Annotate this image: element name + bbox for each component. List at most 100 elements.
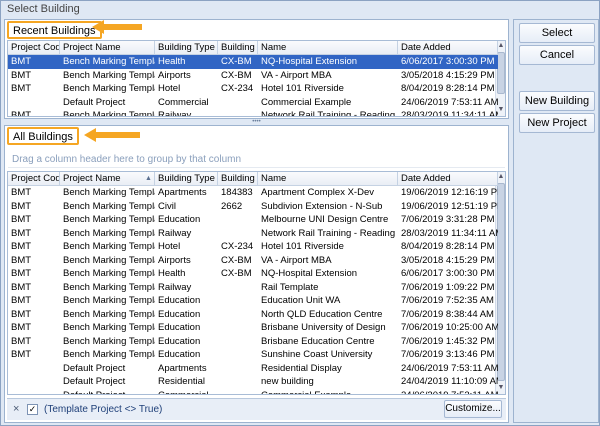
table-cell: Apartments (158, 187, 207, 198)
table-cell: BMT (11, 241, 32, 252)
scroll-thumb[interactable] (497, 52, 505, 94)
recent-header-row: Project CodeProject NameBuilding TypeBui… (8, 41, 498, 55)
table-cell: CX-BM (221, 268, 252, 279)
new-building-button[interactable]: New Building (519, 91, 595, 111)
column-header[interactable]: Building Type (155, 41, 218, 55)
table-cell: Commercial Example (261, 96, 352, 108)
table-cell: 6/06/2017 3:00:30 PM (401, 268, 495, 279)
table-cell: Commercial (158, 389, 209, 395)
table-cell: BMT (11, 308, 32, 320)
table-row[interactable]: Default Project Commercial Commercial Exam… (8, 96, 498, 110)
sort-asc-icon: ▲ (145, 175, 152, 182)
cancel-button[interactable]: Cancel (519, 45, 595, 65)
table-row[interactable]: BMT Bench Marking TemplateHealth CX-BM NQ-H… (8, 55, 498, 69)
table-cell: BMT (11, 200, 32, 212)
all-buildings-header: All Buildings (7, 127, 79, 145)
table-cell: Bench Marking Template (63, 268, 155, 279)
checkbox-icon[interactable]: ✓ (27, 404, 38, 415)
column-header[interactable]: Building Type (155, 172, 218, 186)
table-row[interactable]: Default Project Residential new building 24… (8, 375, 498, 389)
table-cell: 184383 (221, 187, 253, 198)
table-cell: BMT (11, 110, 32, 117)
table-cell: Railway (158, 281, 192, 293)
annotation-arrow-recent (92, 20, 142, 34)
table-cell: 7/06/2019 1:09:22 PM (401, 281, 495, 293)
table-row[interactable]: BMT Bench Marking TemplateEducation Melbou… (8, 213, 498, 227)
filter-expression[interactable]: (Template Project <> True) (44, 404, 162, 415)
table-cell: BMT (11, 335, 32, 347)
column-header[interactable]: Building Co (218, 172, 258, 186)
table-cell: 28/03/2019 11:34:11 AM (401, 110, 498, 117)
column-header[interactable]: Name (258, 172, 398, 186)
table-cell: Bench Marking Template (63, 214, 155, 225)
table-row[interactable]: Default Project Commercial Commercial Exam… (8, 389, 498, 395)
table-cell: Bench Marking Template (63, 335, 155, 347)
table-row[interactable]: BMT Bench Marking TemplateRailway Network … (8, 109, 498, 117)
splitter-handle[interactable]: •••• (4, 119, 509, 125)
table-cell: Default Project (63, 389, 126, 395)
group-by-panel[interactable]: Drag a column header here to group by th… (8, 151, 505, 168)
table-row[interactable]: BMT Bench Marking TemplateAirports CX-BM VA… (8, 254, 498, 268)
table-row[interactable]: BMT Bench Marking TemplateEducation Brisba… (8, 321, 498, 335)
table-cell: 3/05/2018 4:15:29 PM (401, 69, 495, 81)
table-cell: Bench Marking Template (63, 254, 155, 266)
scroll-thumb[interactable] (497, 183, 505, 381)
table-row[interactable]: BMT Bench Marking TemplateEducation North … (8, 308, 498, 322)
table-cell: BMT (11, 322, 32, 333)
table-row[interactable]: BMT Bench Marking TemplateHotel CX-234 Hote… (8, 82, 498, 96)
table-cell: Railway (158, 110, 192, 117)
table-cell: Bench Marking Template (63, 295, 155, 306)
table-cell: BMT (11, 214, 32, 225)
column-header[interactable]: Project Name (60, 172, 155, 186)
all-buildings-grid[interactable]: ▲ ▼ Project CodeProject NameBuilding Typ… (7, 171, 506, 395)
table-cell: Hotel 101 Riverside (261, 241, 344, 252)
table-row[interactable]: BMT Bench Marking TemplateApartments 18438… (8, 186, 498, 200)
table-cell: Sunshine Coast University (261, 349, 373, 360)
table-cell: Health (158, 268, 186, 279)
column-header[interactable]: Project Name (60, 41, 155, 55)
recent-buildings-grid[interactable]: ▲ ▼ Project CodeProject NameBuilding Typ… (7, 40, 506, 117)
table-cell: Bench Marking Template (63, 56, 155, 67)
table-row[interactable]: BMT Bench Marking TemplateAirports CX-BM VA… (8, 69, 498, 83)
table-cell: CX-234 (221, 241, 254, 252)
column-header[interactable]: Name (258, 41, 398, 55)
all-header-row: Project CodeProject NameBuilding TypeBui… (8, 172, 498, 186)
select-button[interactable]: Select (519, 23, 595, 43)
table-cell: Rail Template (261, 281, 319, 293)
table-cell: 7/06/2019 8:38:44 AM (401, 308, 494, 320)
table-cell: BMT (11, 187, 32, 198)
table-cell: Residential (158, 376, 205, 387)
table-cell: Default Project (63, 362, 126, 374)
select-label: Select (541, 27, 573, 39)
column-header[interactable]: Date Added (398, 172, 498, 186)
left-panel: Recent Buildings ▲ ▼ Project CodeProject… (4, 19, 509, 423)
table-row[interactable]: BMT Bench Marking TemplateHealth CX-BM NQ-H… (8, 267, 498, 281)
table-row[interactable]: BMT Bench Marking TemplateEducation Brisba… (8, 335, 498, 349)
table-row[interactable]: BMT Bench Marking TemplateEducation Educat… (8, 294, 498, 308)
table-cell: BMT (11, 83, 32, 94)
customize-button[interactable]: Customize... (444, 400, 502, 418)
column-header[interactable]: Building Co (218, 41, 258, 55)
table-cell: Apartments (158, 362, 207, 374)
table-cell: Default Project (63, 96, 126, 108)
table-cell: Education (158, 308, 201, 320)
table-cell: 2662 (221, 200, 243, 212)
new-project-button[interactable]: New Project (519, 113, 595, 133)
table-row[interactable]: Default Project Apartments Residential Dis… (8, 362, 498, 376)
table-row[interactable]: BMT Bench Marking TemplateEducation Sunshi… (8, 348, 498, 362)
table-row[interactable]: BMT Bench Marking TemplateRailway Rail Tem… (8, 281, 498, 295)
table-cell: Civil (158, 200, 176, 212)
column-header[interactable]: Project Code (8, 172, 60, 186)
table-row[interactable]: BMT Bench Marking TemplateRailway Network … (8, 227, 498, 241)
table-cell: Health (158, 56, 186, 67)
table-cell: Hotel 101 Riverside (261, 83, 344, 94)
table-cell: Bench Marking Template (63, 110, 155, 117)
table-cell: Residential Display (261, 362, 342, 374)
table-row[interactable]: BMT Bench Marking TemplateCivil 2662 Subdiv… (8, 200, 498, 214)
column-header[interactable]: Project Code (8, 41, 60, 55)
table-row[interactable]: BMT Bench Marking TemplateHotel CX-234 Hote… (8, 240, 498, 254)
close-icon[interactable]: × (13, 403, 19, 415)
table-cell: Airports (158, 254, 191, 266)
column-header[interactable]: Date Added (398, 41, 498, 55)
table-cell: 24/06/2019 7:53:11 AM (401, 362, 498, 374)
